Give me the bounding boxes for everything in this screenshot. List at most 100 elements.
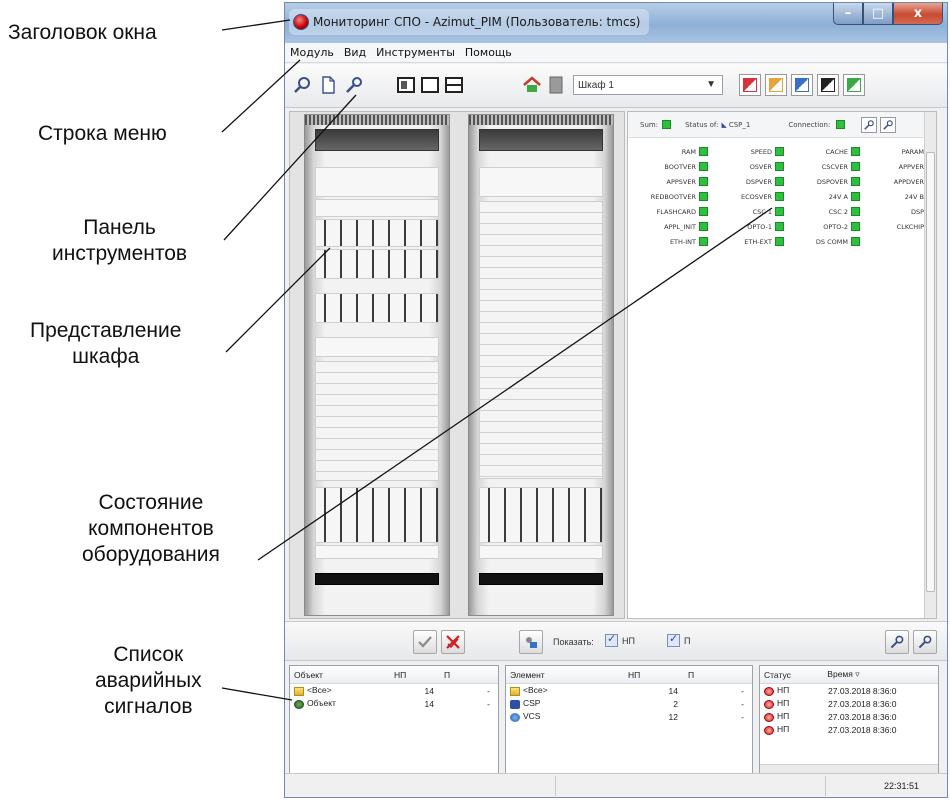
component-status-item[interactable]: DSPOVER	[786, 174, 860, 189]
component-status-item[interactable]: DS COMM	[786, 234, 860, 249]
object-list[interactable]: Объект НП П <Все> 14 - Объект 14 -	[289, 665, 499, 775]
filter-np-checkbox[interactable]	[605, 632, 618, 647]
diagnostics-button[interactable]	[880, 116, 897, 133]
column-header-element[interactable]: Элемент	[506, 670, 624, 680]
component-status-item[interactable]: RAM	[634, 144, 708, 159]
minimize-button[interactable]: –	[833, 3, 863, 25]
component-status-item[interactable]: OPTO-1	[710, 219, 784, 234]
component-label: APPL_INIT	[664, 222, 696, 231]
component-status-item[interactable]: OPTO-2	[786, 219, 860, 234]
rack-unit[interactable]	[315, 361, 439, 481]
clear-alarms-button[interactable]	[441, 630, 465, 654]
refresh-button[interactable]	[843, 74, 865, 96]
menu-tools[interactable]: Инструменты	[371, 46, 460, 59]
component-status-item[interactable]: CSCVER	[786, 159, 860, 174]
rack-unit[interactable]	[315, 337, 439, 357]
list-item[interactable]: НП 27.03.2018 8:36:0	[760, 697, 938, 710]
status-vertical-scrollbar[interactable]	[924, 112, 936, 618]
menu-module[interactable]: Модуль	[285, 46, 339, 59]
close-button[interactable]: x	[893, 3, 943, 25]
rack-unit[interactable]	[479, 545, 603, 559]
component-status-item[interactable]: APPSVER	[634, 174, 708, 189]
rack-unit[interactable]	[479, 201, 603, 479]
home-button[interactable]	[521, 74, 543, 96]
event-status: НП	[777, 698, 790, 709]
settings-button[interactable]	[343, 74, 365, 96]
title-bar[interactable]: Мониторинг СПО - Azimut_PIM (Пользовател…	[285, 3, 947, 43]
layout-single-button[interactable]	[419, 74, 441, 96]
alarm-filter-button[interactable]	[519, 630, 543, 654]
tree-view-button[interactable]	[765, 74, 787, 96]
rack-unit[interactable]	[479, 573, 603, 585]
rack-unit[interactable]	[479, 167, 603, 197]
component-status-item[interactable]: FLASHCARD	[634, 204, 708, 219]
rack-unit[interactable]	[315, 573, 439, 585]
new-document-button[interactable]	[317, 74, 339, 96]
component-status-item[interactable]: ECOSVER	[710, 189, 784, 204]
column-header-object[interactable]: Объект	[290, 670, 390, 680]
annotation-cabinet-view-line1: Представление	[30, 319, 182, 342]
status-ok-indicator	[775, 192, 784, 201]
layout-split-button[interactable]	[395, 74, 417, 96]
rack-unit[interactable]	[315, 249, 439, 279]
rack-unit[interactable]	[315, 129, 439, 151]
list-item[interactable]: НП 27.03.2018 8:36:0	[760, 723, 938, 736]
filter-p-checkbox[interactable]	[667, 632, 680, 647]
component-label: ETH-INT	[669, 237, 696, 246]
rack-unit[interactable]	[315, 199, 439, 217]
component-label: RAM	[681, 147, 696, 156]
acknowledge-button[interactable]	[413, 630, 437, 654]
alarm-settings-button[interactable]	[885, 630, 909, 654]
column-header-status[interactable]: Статус	[760, 670, 823, 680]
list-item[interactable]: НП 27.03.2018 8:36:0	[760, 710, 938, 723]
layout-rows-button[interactable]	[443, 74, 465, 96]
component-status-item[interactable]: CACHE	[786, 144, 860, 159]
component-status-item[interactable]: ETH-INT	[634, 234, 708, 249]
cabinet-button[interactable]	[545, 74, 567, 96]
list-item[interactable]: <Все> 14 -	[290, 684, 498, 697]
component-status-item[interactable]: CSC 1	[710, 204, 784, 219]
list-item[interactable]: CSP 2 -	[506, 697, 752, 710]
menu-help[interactable]: Помощь	[460, 46, 517, 59]
list-item[interactable]: Объект 14 -	[290, 697, 498, 710]
component-status-item[interactable]: APPL_INIT	[634, 219, 708, 234]
alarm-tools-button[interactable]	[913, 630, 937, 654]
column-header-np[interactable]: НП	[624, 670, 684, 680]
rack-right[interactable]	[468, 114, 614, 616]
component-status-item[interactable]: CSC 2	[786, 204, 860, 219]
menu-view[interactable]: Вид	[339, 46, 371, 59]
list-item[interactable]: <Все> 14 -	[506, 684, 752, 697]
rack-unit[interactable]	[315, 167, 439, 197]
column-header-p[interactable]: П	[440, 670, 490, 680]
search-button[interactable]	[291, 74, 313, 96]
rack-unit[interactable]	[479, 487, 603, 543]
component-status-item[interactable]: DSPVER	[710, 174, 784, 189]
grid-view-button[interactable]	[817, 74, 839, 96]
rack-left[interactable]	[304, 114, 450, 616]
component-status-item[interactable]: ETH-EXT	[710, 234, 784, 249]
rack-unit[interactable]	[315, 219, 439, 247]
rack-unit[interactable]	[315, 487, 439, 543]
list-item[interactable]: VCS 12 -	[506, 710, 752, 723]
column-header-time[interactable]: Время ▿	[823, 669, 938, 680]
alarm-icon	[764, 725, 774, 735]
diagram-view-button[interactable]	[791, 74, 813, 96]
component-status-item[interactable]: SPEED	[710, 144, 784, 159]
component-status-item[interactable]: BOOTVER	[634, 159, 708, 174]
element-list[interactable]: Элемент НП П <Все> 14 - CSP 2 - VCS 12 -	[505, 665, 753, 775]
rack-unit[interactable]	[479, 129, 603, 151]
cabinet-select[interactable]: Шкаф 1 ▼	[573, 75, 723, 95]
list-item[interactable]: НП 27.03.2018 8:36:0	[760, 684, 938, 697]
maximize-button[interactable]: □	[863, 3, 893, 25]
rack-unit[interactable]	[315, 293, 439, 323]
settings-button[interactable]	[861, 116, 878, 133]
rack-unit[interactable]	[315, 545, 439, 559]
event-list[interactable]: Статус Время ▿ НП 27.03.2018 8:36:0 НП 2…	[759, 665, 939, 775]
component-status-item[interactable]: 24V A	[786, 189, 860, 204]
component-status-item[interactable]: REDBOOTVER	[634, 189, 708, 204]
column-header-p[interactable]: П	[684, 670, 744, 680]
scrollbar-thumb[interactable]	[926, 152, 935, 592]
alarm-view-button[interactable]	[739, 74, 761, 96]
component-status-item[interactable]: OSVER	[710, 159, 784, 174]
column-header-np[interactable]: НП	[390, 670, 440, 680]
